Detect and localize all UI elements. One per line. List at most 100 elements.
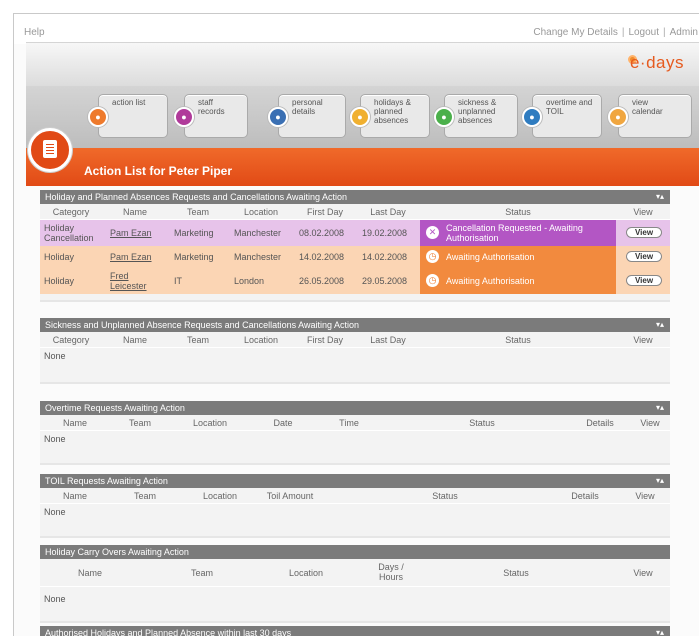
panel-header: Authorised Holidays and Planned Absence …: [40, 626, 670, 636]
col-location: Location: [243, 207, 279, 217]
status-cell: ✕ Cancellation Requested - Awaiting Auth…: [420, 220, 616, 246]
col-last-day: Last Day: [370, 335, 406, 345]
nav-sickness[interactable]: ● sickness & unplanned absences: [434, 94, 518, 138]
page-title: Action List for Peter Piper: [84, 164, 233, 178]
col-time: Time: [339, 418, 359, 428]
cell-name-link[interactable]: Fred Leicester: [110, 271, 150, 291]
col-team: Team: [186, 335, 209, 345]
col-status: Status: [469, 418, 495, 428]
cell-last-day: 29.05.2008: [362, 276, 408, 286]
clock-icon: ◷: [426, 274, 439, 287]
col-location: Location: [288, 568, 324, 578]
cross-icon: ●: [434, 107, 454, 127]
col-name: Name: [122, 335, 147, 345]
nav-label: sickness & unplanned absences: [458, 98, 497, 125]
calendar-icon: ●: [608, 107, 628, 127]
nav-overtime-toil[interactable]: ● overtime and TOIL: [522, 94, 602, 138]
col-name: Name: [62, 491, 87, 501]
col-team: Team: [186, 207, 209, 217]
col-view: View: [633, 207, 653, 217]
nav-holidays[interactable]: ● holidays & planned absences: [350, 94, 430, 138]
col-location: Location: [192, 418, 228, 428]
lock-icon: ●: [88, 107, 108, 127]
collapse-toggle-icon[interactable]: ▾▴: [656, 474, 664, 488]
admin-link[interactable]: Admin: [670, 27, 698, 38]
clock-icon: ●: [522, 107, 542, 127]
col-status: Status: [505, 207, 531, 217]
col-category: Category: [52, 335, 90, 345]
cell-team: IT: [174, 276, 182, 286]
cell-team: Marketing: [174, 228, 214, 238]
nav-action-list[interactable]: ● action list: [88, 94, 168, 138]
panel-header: Holiday and Planned Absences Requests an…: [40, 190, 670, 204]
col-name: Name: [122, 207, 147, 217]
view-button[interactable]: View: [626, 275, 662, 286]
panel-title: Holiday Carry Overs Awaiting Action: [45, 547, 189, 557]
status-icon: ✕: [426, 226, 439, 239]
col-team: Team: [128, 418, 151, 428]
empty-message: None: [44, 351, 66, 361]
cell-category: Holiday: [44, 252, 75, 262]
collapse-toggle-icon[interactable]: ▾▴: [656, 318, 664, 332]
main-nav: ● action list ● staff records ● personal…: [26, 86, 699, 148]
panel-title: Overtime Requests Awaiting Action: [45, 403, 185, 413]
status-cell: ◷ Awaiting Authorisation: [420, 246, 616, 268]
view-button[interactable]: View: [626, 251, 662, 262]
col-location: Location: [243, 335, 279, 345]
panel-header: Sickness and Unplanned Absence Requests …: [40, 318, 670, 332]
collapse-toggle-icon[interactable]: ▾▴: [656, 401, 664, 415]
status-text: Awaiting Authorisation: [446, 252, 535, 262]
col-status: Status: [503, 568, 529, 578]
cell-category: Holiday Cancellation: [44, 223, 94, 243]
cell-name-link[interactable]: Pam Ezan: [110, 228, 152, 238]
col-details: Details: [571, 491, 599, 501]
column-headers: Category Name Team Location First Day La…: [40, 204, 670, 220]
cell-last-day: 19.02.2008: [362, 228, 408, 238]
separator: |: [663, 27, 666, 38]
cell-first-day: 08.02.2008: [299, 228, 345, 238]
page-title-bar: Action List for Peter Piper: [26, 148, 699, 186]
cell-first-day: 26.05.2008: [299, 276, 345, 286]
view-button[interactable]: View: [626, 227, 662, 238]
holiday-requests-panel: Holiday and Planned Absences Requests an…: [40, 190, 670, 302]
collapse-toggle-icon[interactable]: ▾▴: [656, 626, 664, 636]
separator: |: [621, 27, 625, 38]
table-row: Holiday Pam Ezan Marketing Manchester 14…: [40, 246, 670, 268]
col-team: Team: [133, 491, 156, 501]
col-details: Details: [586, 418, 614, 428]
nav-label: holidays & planned absences: [374, 98, 411, 125]
column-headers: Name Team Location Toil Amount Status De…: [40, 488, 670, 504]
col-view: View: [640, 418, 660, 428]
status-text: Cancellation Requested - Awaiting Author…: [446, 223, 583, 243]
cell-name-link[interactable]: Pam Ezan: [110, 252, 152, 262]
col-name: Name: [77, 568, 102, 578]
toil-requests-panel: TOIL Requests Awaiting Action ▾▴ Name Te…: [40, 474, 670, 538]
carry-overs-panel: Holiday Carry Overs Awaiting Action Name…: [40, 545, 670, 623]
col-status: Status: [505, 335, 531, 345]
col-view: View: [633, 568, 653, 578]
cell-location: Manchester: [234, 228, 282, 238]
sickness-requests-panel: Sickness and Unplanned Absence Requests …: [40, 318, 670, 384]
app-frame: Help Change My Details | Logout | Admin e·da…: [13, 13, 699, 636]
empty-message: None: [44, 594, 66, 604]
edays-logo: e·days: [629, 53, 684, 72]
collapse-toggle-icon[interactable]: ▾▴: [656, 190, 664, 204]
nav-label: view calendar: [632, 98, 663, 116]
nav-personal-details[interactable]: ● personal details: [268, 94, 346, 138]
nav-view-calendar[interactable]: ● view calendar: [608, 94, 692, 138]
nav-staff-records[interactable]: ● staff records: [174, 94, 248, 138]
empty-message: None: [44, 507, 66, 517]
change-details-link[interactable]: Change My Details: [533, 27, 617, 38]
help-link[interactable]: Help: [24, 27, 45, 38]
document-icon: [28, 128, 72, 172]
panel-title: Holiday and Planned Absences Requests an…: [45, 192, 348, 202]
status-cell: ◷ Awaiting Authorisation: [420, 268, 616, 294]
col-view: View: [635, 491, 655, 501]
table-row: Holiday Fred Leicester IT London 26.05.2…: [40, 268, 670, 294]
logout-link[interactable]: Logout: [628, 27, 659, 38]
nav-label: personal details: [292, 98, 323, 116]
panel-title: Authorised Holidays and Planned Absence …: [45, 628, 292, 636]
nav-label: action list: [112, 98, 146, 107]
col-location: Location: [202, 491, 238, 501]
authorised-absences-panel: Authorised Holidays and Planned Absence …: [40, 626, 670, 636]
